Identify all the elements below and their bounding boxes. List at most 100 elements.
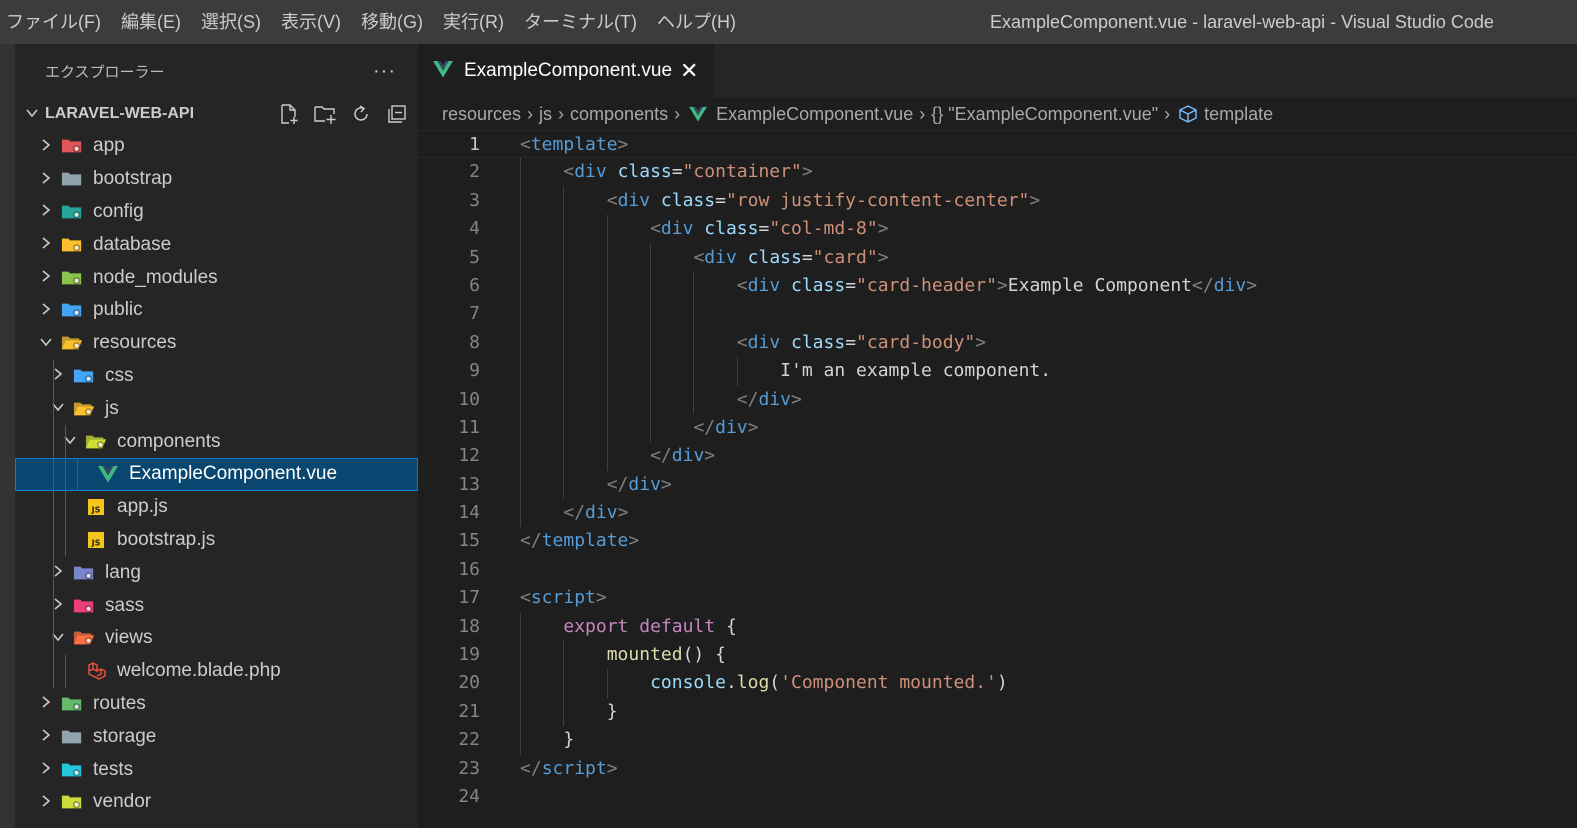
tree-item[interactable]: public [15, 294, 418, 327]
chevron-right-icon[interactable] [37, 695, 55, 712]
code-line[interactable]: 21} [418, 697, 1577, 727]
code-line[interactable]: 8 <div class="card-body"> [418, 328, 1577, 358]
tree-item[interactable]: routes [15, 688, 418, 721]
code-token: export [563, 615, 629, 637]
tree-item[interactable]: node_modules [15, 261, 418, 294]
breadcrumb-resources[interactable]: resources [442, 104, 521, 125]
more-actions-icon[interactable]: ··· [373, 60, 396, 83]
breadcrumb-js[interactable]: js [539, 104, 552, 125]
tree-item-selected[interactable]: ExampleComponent.vue [15, 457, 418, 491]
new-folder-icon[interactable] [313, 102, 337, 126]
tree-item[interactable]: database [15, 228, 418, 261]
chevron-right-icon[interactable] [37, 269, 55, 286]
menu-view[interactable]: 表示(V) [273, 0, 353, 44]
tab-example-component[interactable]: ExampleComponent.vue ✕ [418, 44, 714, 98]
close-icon[interactable]: ✕ [680, 58, 698, 84]
chevron-down-icon[interactable] [61, 433, 79, 450]
code-line[interactable]: 19 mounted() { [418, 641, 1577, 670]
indent-guide [563, 357, 565, 386]
code-line[interactable]: 17 <script> [418, 584, 1577, 612]
code-line[interactable]: 4 <div class="col-md-8"> [418, 215, 1577, 244]
tree-item-label: welcome.blade.php [117, 660, 281, 682]
tree-item-label: node_modules [93, 266, 218, 288]
code-editor[interactable]: 1 <template> 2 <div class="container"> 3 <div… [418, 130, 1577, 828]
chevron-down-icon[interactable] [37, 335, 55, 352]
code-token: div [574, 161, 607, 183]
tree-item[interactable]: lang [15, 556, 418, 590]
chevron-right-icon[interactable] [37, 236, 55, 253]
code-token: class [791, 274, 846, 296]
code-line[interactable]: 6 <div class="card-header">Example Compon… [418, 271, 1577, 301]
code-line[interactable]: 1 <template> [418, 130, 1577, 159]
chevron-right-icon[interactable] [37, 794, 55, 811]
code-line[interactable]: 9 I'm an example component. [418, 357, 1577, 386]
code-line[interactable]: 10 </div> [418, 385, 1577, 414]
code-line[interactable]: 7 [418, 300, 1577, 329]
tree-item[interactable]: storage [15, 720, 418, 753]
chevron-right-icon[interactable] [49, 597, 67, 614]
code-line[interactable]: 12 </div> [418, 442, 1577, 471]
project-header[interactable]: LARAVEL-WEB-API [15, 98, 418, 130]
code-line[interactable]: 23 </script> [418, 755, 1577, 783]
menu-selection[interactable]: 選択(S) [193, 0, 273, 44]
menu-bar: ファイル(F) 編集(E) 選択(S) 表示(V) 移動(G) 実行(R) ター… [0, 0, 748, 44]
code-line[interactable]: 2 <div class="container"> [418, 158, 1577, 187]
tree-item[interactable]: sass [15, 589, 418, 622]
menu-terminal[interactable]: ターミナル(T) [516, 0, 649, 44]
code-line[interactable]: 22} [418, 726, 1577, 755]
chevron-right-icon[interactable] [37, 728, 55, 745]
code-line[interactable]: 24 [418, 783, 1577, 811]
tree-item[interactable]: components [15, 425, 418, 458]
indent-guide [520, 328, 521, 358]
chevron-right-icon[interactable] [49, 367, 67, 384]
tree-item[interactable]: css [15, 359, 418, 393]
collapse-all-icon[interactable] [385, 102, 409, 126]
tree-item[interactable]: welcome.blade.php [15, 654, 418, 688]
tree-item[interactable]: views [15, 621, 418, 655]
tree-item[interactable]: js [15, 392, 418, 426]
menu-edit[interactable]: 編集(E) [113, 0, 193, 44]
menu-run[interactable]: 実行(R) [435, 0, 516, 44]
chevron-down-icon[interactable] [49, 630, 67, 647]
code-line[interactable]: 14 </div> [418, 499, 1577, 528]
code-line[interactable]: 11 </div> [418, 413, 1577, 443]
new-file-icon[interactable] [277, 102, 301, 126]
indent-guide [563, 215, 565, 244]
code-text: } [607, 698, 618, 726]
code-line[interactable]: 3 <div class="row justify-content-center"… [418, 186, 1577, 216]
breadcrumb-symbol[interactable]: template [1204, 104, 1273, 125]
chevron-down-icon[interactable] [49, 400, 67, 417]
menu-help[interactable]: ヘルプ(H) [649, 0, 748, 44]
chevron-right-icon[interactable] [37, 761, 55, 778]
code-line[interactable]: 5 <div class="card"> [418, 243, 1577, 272]
refresh-icon[interactable] [349, 102, 373, 126]
breadcrumb-components[interactable]: components [570, 104, 668, 125]
chevron-right-icon[interactable] [37, 171, 55, 188]
code-line[interactable]: 16 [418, 556, 1577, 584]
code-line[interactable]: 20 console.log('Component mounted.') [418, 669, 1577, 698]
tree-item[interactable]: bootstrap [15, 163, 418, 196]
menu-go[interactable]: 移動(G) [353, 0, 435, 44]
code-line[interactable]: 15 </template> [418, 527, 1577, 555]
tree-item[interactable]: config [15, 196, 418, 229]
tree-item[interactable]: JS app.js [15, 490, 418, 524]
indent-guide [693, 271, 695, 301]
breadcrumb-file[interactable]: ExampleComponent.vue [716, 104, 913, 125]
code-line[interactable]: 18 export default { [418, 612, 1577, 642]
code-token: </ [1192, 274, 1214, 296]
chevron-right-icon[interactable] [37, 138, 55, 155]
tree-item[interactable]: JS bootstrap.js [15, 523, 418, 557]
tree-item[interactable]: vendor [15, 786, 418, 819]
chevron-right-icon[interactable] [37, 302, 55, 319]
tree-item[interactable]: tests [15, 753, 418, 786]
chevron-right-icon[interactable] [37, 203, 55, 220]
menu-file[interactable]: ファイル(F) [0, 0, 113, 44]
code-line[interactable]: 13 </div> [418, 470, 1577, 500]
chevron-right-icon[interactable] [49, 564, 67, 581]
tree-item[interactable]: app [15, 130, 418, 163]
tree-item[interactable]: resources [15, 327, 418, 360]
breadcrumb-object[interactable]: {} "ExampleComponent.vue" [931, 104, 1158, 125]
line-number: 22 [458, 729, 480, 751]
indent-guide [520, 385, 521, 414]
